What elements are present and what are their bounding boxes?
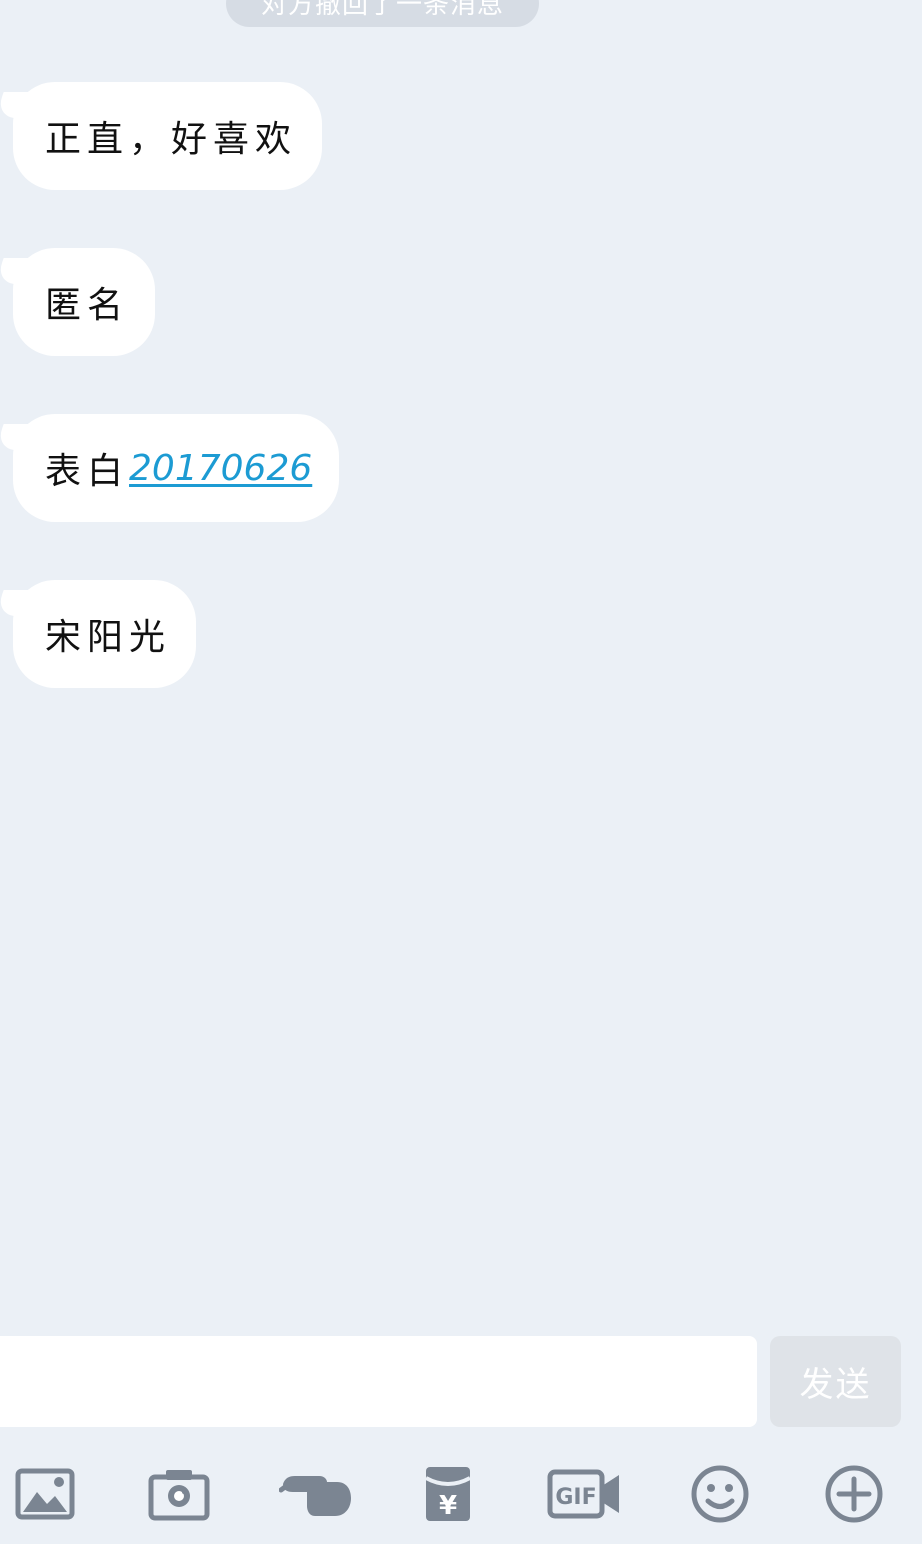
camera-icon[interactable] [147, 1462, 211, 1526]
message-bubble[interactable]: 正直，好喜欢 [13, 82, 322, 190]
message-bubble[interactable]: 宋阳光 [13, 580, 196, 688]
plus-icon[interactable] [822, 1462, 886, 1526]
gif-icon[interactable]: GIF [546, 1462, 622, 1526]
red-packet-symbol: ¥ [439, 1491, 457, 1521]
message-text: 表白 [45, 451, 130, 492]
emoji-icon[interactable] [688, 1462, 752, 1526]
message-text: 正直，好喜欢 [45, 119, 298, 160]
red-packet-icon[interactable]: ¥ [416, 1462, 480, 1526]
gif-label: GIF [555, 1485, 596, 1510]
poke-icon[interactable] [278, 1462, 354, 1526]
message-bubble[interactable]: 表白 20170626 [13, 414, 339, 522]
image-icon[interactable] [13, 1462, 77, 1526]
message-input[interactable] [0, 1336, 757, 1427]
message-link[interactable]: 20170626 [129, 448, 312, 489]
system-notice: 对方撤回了一条消息 [226, 0, 539, 27]
message-bubble[interactable]: 匿名 [13, 248, 155, 356]
message-text: 宋阳光 [45, 617, 172, 658]
message-text: 匿名 [45, 285, 130, 326]
send-button[interactable]: 发送 [770, 1336, 901, 1427]
